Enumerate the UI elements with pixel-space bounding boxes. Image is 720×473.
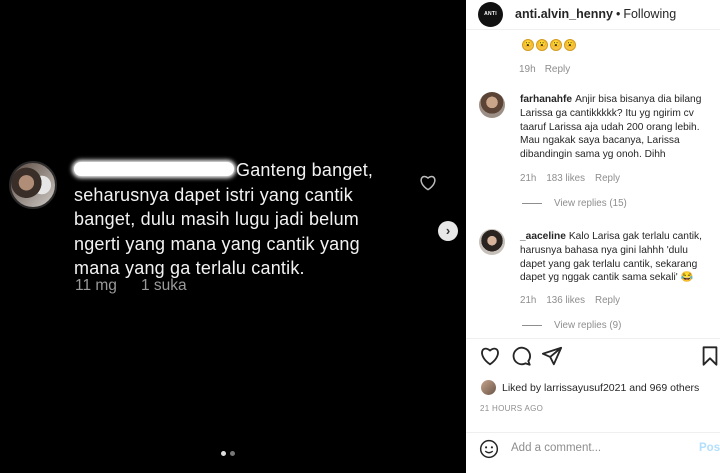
post-actions bbox=[479, 345, 720, 369]
reply-button[interactable]: Reply bbox=[595, 295, 620, 306]
screenshot-comment-text: Ganteng banget, seharusnya dapet istri y… bbox=[74, 160, 374, 278]
next-slide-button[interactable]: › bbox=[438, 221, 458, 241]
comment-likes[interactable]: 183 likes bbox=[546, 173, 585, 184]
emoji-icon: 😮 bbox=[536, 39, 548, 51]
author-username[interactable]: anti.alvin_henny bbox=[515, 7, 613, 21]
commenter-avatar[interactable] bbox=[479, 92, 505, 118]
view-replies-button[interactable]: View replies (15) bbox=[522, 198, 627, 209]
view-replies-label: View replies (15) bbox=[554, 198, 627, 209]
liked-by[interactable]: Liked by larrissayusuf2021 and 969 other… bbox=[481, 380, 699, 395]
heart-icon bbox=[420, 175, 436, 191]
emoji-icon: 😮 bbox=[522, 39, 534, 51]
replies-line bbox=[522, 325, 542, 326]
add-comment-input[interactable]: Add a comment... bbox=[511, 442, 601, 454]
author-line: anti.alvin_henny • Following bbox=[515, 7, 676, 21]
redacted-username bbox=[74, 162, 234, 177]
header-divider bbox=[466, 29, 720, 30]
comment-meta: 21h 183 likes Reply bbox=[520, 173, 620, 184]
emoji-icon: 😮 bbox=[564, 39, 576, 51]
liked-by-text: Liked by larrissayusuf2021 and 969 other… bbox=[502, 381, 700, 394]
comment-bubble-icon[interactable] bbox=[510, 345, 532, 367]
commenter-username[interactable]: _aaceline bbox=[520, 231, 566, 242]
bookmark-icon[interactable] bbox=[699, 345, 720, 367]
comment-time: 21h bbox=[520, 295, 537, 306]
view-replies-label: View replies (9) bbox=[554, 320, 622, 331]
author-avatar[interactable]: ANTI bbox=[478, 2, 503, 27]
share-paper-plane-icon[interactable] bbox=[541, 345, 563, 367]
comment: farhanahfe Anjir bisa bisanya dia bilang … bbox=[520, 93, 716, 162]
carousel-dots bbox=[221, 451, 235, 456]
carousel-dot bbox=[230, 451, 235, 456]
post-media: Ganteng banget, seharusnya dapet istri y… bbox=[0, 0, 466, 473]
post-header: ANTI anti.alvin_henny • Following bbox=[466, 0, 720, 29]
comment-time: 19h bbox=[519, 64, 536, 75]
comment-author-avatar bbox=[9, 161, 57, 209]
actions-divider bbox=[466, 338, 720, 339]
comments-panel: ANTI anti.alvin_henny • Following 😮 😮 😮 😮 … bbox=[466, 0, 720, 473]
comment-meta: 21h 136 likes Reply bbox=[520, 295, 620, 306]
post-timestamp: 21 HOURS AGO bbox=[480, 404, 544, 413]
comment: _aaceline Kalo Larisa gak terlalu cantik,… bbox=[520, 230, 716, 285]
carousel-dot-active bbox=[221, 451, 226, 456]
commenter-username[interactable]: farhanahfe bbox=[520, 94, 572, 105]
comment-emoji-row: 😮 😮 😮 😮 bbox=[522, 39, 576, 51]
like-heart-icon[interactable] bbox=[479, 345, 501, 367]
reply-button[interactable]: Reply bbox=[595, 173, 620, 184]
header-separator: • bbox=[615, 7, 621, 21]
reply-button[interactable]: Reply bbox=[545, 64, 571, 75]
view-replies-button[interactable]: View replies (9) bbox=[522, 320, 621, 331]
comment-time: 21h bbox=[520, 173, 537, 184]
add-comment-bar: Add a comment... Post bbox=[466, 432, 720, 473]
comment-meta: 19h Reply bbox=[519, 64, 570, 75]
replies-line bbox=[522, 203, 542, 204]
comment-likes[interactable]: 136 likes bbox=[546, 295, 585, 306]
following-button[interactable]: Following bbox=[623, 7, 676, 21]
emoji-smiley-icon[interactable] bbox=[479, 439, 499, 459]
commenter-avatar[interactable] bbox=[479, 229, 505, 255]
screenshot-comment-time: 11 mg bbox=[75, 277, 117, 294]
liker-avatar bbox=[481, 380, 496, 395]
screenshot-comment-meta: 11 mg 1 suka bbox=[75, 277, 187, 295]
emoji-icon: 😮 bbox=[550, 39, 562, 51]
screenshot-comment: Ganteng banget, seharusnya dapet istri y… bbox=[74, 158, 404, 281]
screenshot-comment-likes: 1 suka bbox=[140, 277, 187, 294]
post-comment-button[interactable]: Post bbox=[699, 442, 720, 454]
